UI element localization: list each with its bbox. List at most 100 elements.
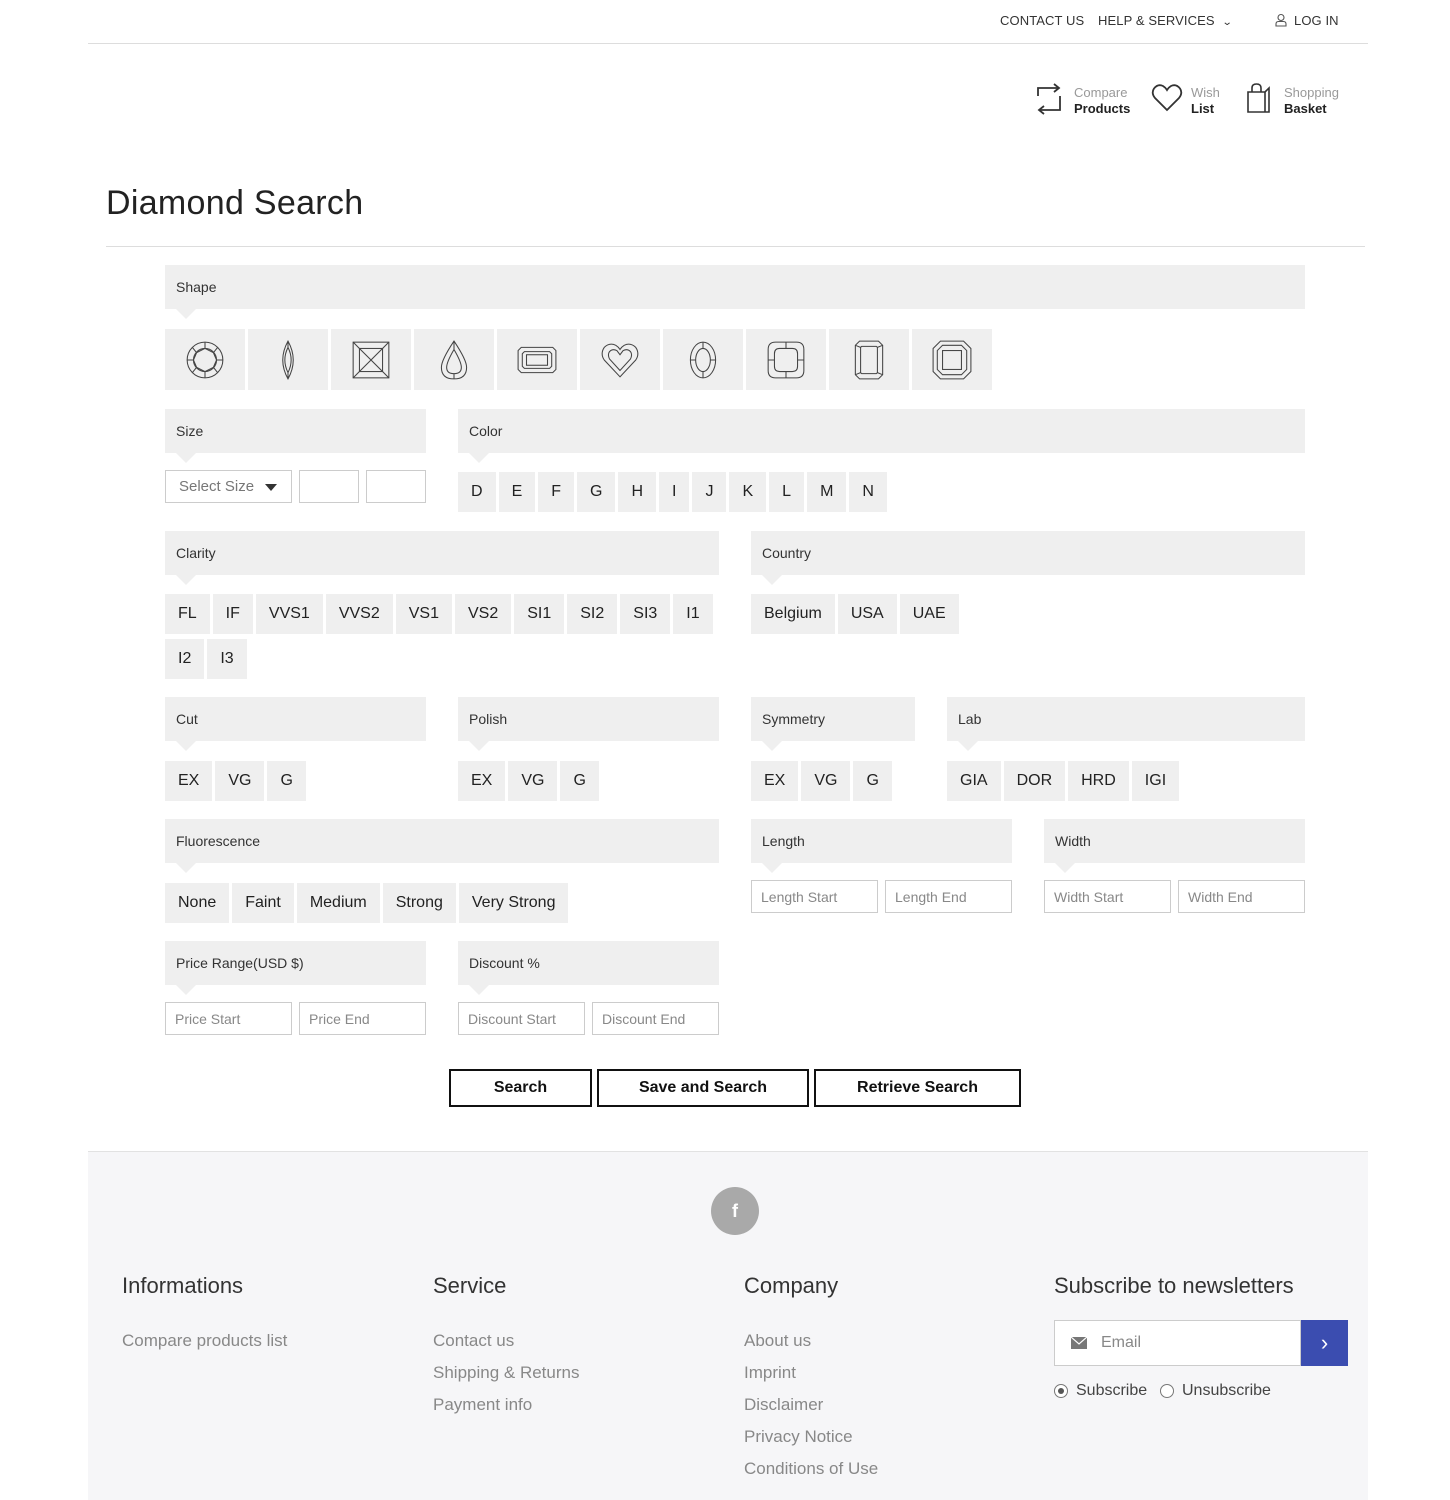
newsletter-submit-button[interactable]: › <box>1301 1320 1348 1366</box>
clarity-option[interactable]: SI2 <box>567 594 618 634</box>
discount-end-input[interactable] <box>592 1002 719 1035</box>
country-option[interactable]: USA <box>837 594 897 634</box>
symmetry-option[interactable]: VG <box>801 761 851 801</box>
color-option[interactable]: M <box>807 472 847 512</box>
footer-link[interactable]: Shipping & Returns <box>433 1357 579 1389</box>
cushion-shape-icon <box>767 341 805 378</box>
symmetry-option[interactable]: EX <box>751 761 799 801</box>
clarity-option[interactable]: I1 <box>673 594 713 634</box>
country-option[interactable]: Belgium <box>751 594 835 634</box>
save-and-search-button[interactable]: Save and Search <box>597 1069 809 1107</box>
clarity-option[interactable]: VVS1 <box>255 594 323 634</box>
price-end-input[interactable] <box>299 1002 426 1035</box>
fluorescence-option[interactable]: None <box>165 883 230 923</box>
size-select[interactable]: Select Size <box>165 470 292 503</box>
size-from-input[interactable] <box>299 470 359 503</box>
color-option[interactable]: D <box>458 472 496 512</box>
compare-products-link[interactable]: Compare Products <box>1034 82 1134 122</box>
wish-list-link[interactable]: Wish List <box>1151 82 1226 122</box>
clarity-option[interactable]: I2 <box>165 639 205 679</box>
princess-shape-icon <box>352 341 390 378</box>
length-start-input[interactable] <box>751 880 878 913</box>
search-button[interactable]: Search <box>449 1069 592 1107</box>
retrieve-search-button[interactable]: Retrieve Search <box>814 1069 1021 1107</box>
clarity-option[interactable]: SI1 <box>514 594 565 634</box>
clarity-option[interactable]: IF <box>212 594 253 634</box>
contact-us-link[interactable]: CONTACT US <box>1000 13 1084 28</box>
pear-shape-icon <box>440 339 468 379</box>
color-option[interactable]: K <box>729 472 767 512</box>
shape-asscher[interactable] <box>912 329 992 390</box>
cut-option[interactable]: EX <box>165 761 213 801</box>
clarity-option[interactable]: I3 <box>207 639 247 679</box>
shape-pear[interactable] <box>414 329 494 390</box>
size-to-input[interactable] <box>366 470 426 503</box>
color-option[interactable]: L <box>769 472 805 512</box>
shape-round[interactable] <box>165 329 245 390</box>
fluorescence-option[interactable]: Medium <box>296 883 380 923</box>
basket-label-top: Shopping <box>1284 85 1339 100</box>
shape-radiant[interactable] <box>829 329 909 390</box>
price-start-input[interactable] <box>165 1002 292 1035</box>
discount-start-input[interactable] <box>458 1002 585 1035</box>
color-option[interactable]: I <box>659 472 690 512</box>
clarity-option[interactable]: SI3 <box>620 594 671 634</box>
login-label: LOG IN <box>1294 13 1339 28</box>
clarity-option[interactable]: VS2 <box>454 594 512 634</box>
polish-option[interactable]: G <box>560 761 599 801</box>
symmetry-option[interactable]: G <box>853 761 892 801</box>
lab-option[interactable]: HRD <box>1068 761 1129 801</box>
width-start-input[interactable] <box>1044 880 1171 913</box>
shape-emerald[interactable] <box>497 329 577 390</box>
footer-link[interactable]: Compare products list <box>122 1325 287 1357</box>
help-services-menu[interactable]: HELP & SERVICES ⌄ <box>1098 13 1232 28</box>
subscribe-radio[interactable] <box>1054 1384 1068 1398</box>
unsubscribe-radio[interactable] <box>1160 1384 1174 1398</box>
color-option[interactable]: E <box>498 472 536 512</box>
color-option[interactable]: J <box>692 472 727 512</box>
cut-option[interactable]: G <box>267 761 306 801</box>
footer-link[interactable]: Privacy Notice <box>744 1421 878 1453</box>
width-end-input[interactable] <box>1178 880 1305 913</box>
polish-option[interactable]: VG <box>508 761 558 801</box>
color-option[interactable]: H <box>618 472 657 512</box>
clarity-option[interactable]: FL <box>165 594 210 634</box>
country-option[interactable]: UAE <box>899 594 959 634</box>
fluorescence-option[interactable]: Faint <box>232 883 294 923</box>
fluorescence-option[interactable]: Very Strong <box>458 883 569 923</box>
footer-company-title: Company <box>744 1273 839 1298</box>
unsubscribe-option[interactable]: Unsubscribe <box>1160 1382 1271 1400</box>
shape-princess[interactable] <box>331 329 411 390</box>
shape-oval[interactable] <box>663 329 743 390</box>
footer-link[interactable]: About us <box>744 1325 878 1357</box>
shape-cushion[interactable] <box>746 329 826 390</box>
polish-option[interactable]: EX <box>458 761 506 801</box>
clarity-option[interactable]: VVS2 <box>325 594 393 634</box>
length-end-input[interactable] <box>885 880 1012 913</box>
footer-link[interactable]: Conditions of Use <box>744 1453 878 1485</box>
lab-option[interactable]: GIA <box>947 761 1001 801</box>
color-option[interactable]: N <box>849 472 887 512</box>
footer-link[interactable]: Imprint <box>744 1357 878 1389</box>
color-option[interactable]: G <box>577 472 616 512</box>
shape-marquise[interactable] <box>248 329 328 390</box>
country-options: Belgium USA UAE <box>751 594 1305 634</box>
login-link[interactable]: LOG IN <box>1274 13 1339 28</box>
lab-option[interactable]: DOR <box>1003 761 1066 801</box>
footer-link[interactable]: Contact us <box>433 1325 579 1357</box>
footer-link[interactable]: Payment info <box>433 1389 579 1421</box>
lab-option[interactable]: IGI <box>1131 761 1180 801</box>
width-section-header: Width <box>1044 819 1305 873</box>
fluorescence-option[interactable]: Strong <box>382 883 456 923</box>
shopping-basket-link[interactable]: Shopping Basket <box>1245 82 1345 122</box>
newsletter-email-input[interactable] <box>1101 1321 1296 1365</box>
facebook-icon[interactable]: f <box>711 1187 759 1235</box>
subscribe-option[interactable]: Subscribe <box>1054 1382 1147 1400</box>
footer: f Informations Compare products list Ser… <box>88 1151 1368 1500</box>
color-option[interactable]: F <box>538 472 575 512</box>
cut-option[interactable]: VG <box>215 761 265 801</box>
footer-link[interactable]: Disclaimer <box>744 1389 878 1421</box>
heart-shape-icon <box>601 343 639 378</box>
shape-heart[interactable] <box>580 329 660 390</box>
clarity-option[interactable]: VS1 <box>395 594 452 634</box>
